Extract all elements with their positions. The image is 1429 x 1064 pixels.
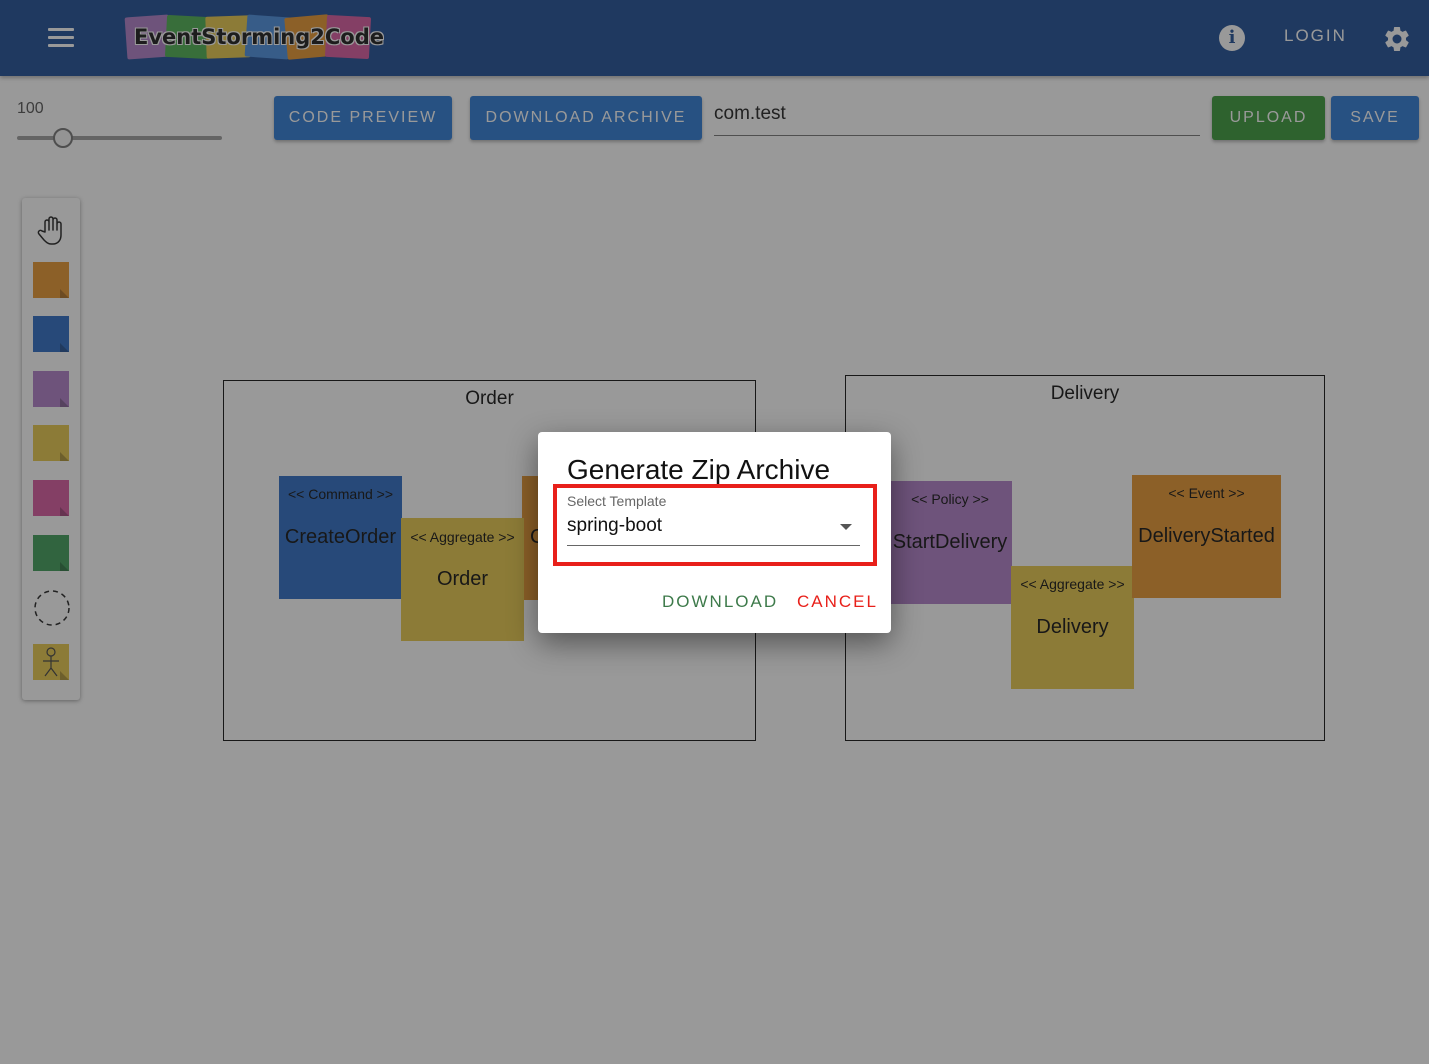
dialog-title: Generate Zip Archive <box>567 454 831 485</box>
template-select[interactable]: spring-boot <box>567 515 662 537</box>
generate-zip-dialog: Generate Zip Archive Select Template spr… <box>538 432 891 633</box>
download-button[interactable]: DOWNLOAD <box>662 592 778 612</box>
select-underline <box>567 545 860 546</box>
cancel-button[interactable]: CANCEL <box>797 592 878 612</box>
select-template-label: Select Template <box>567 493 667 509</box>
chevron-down-icon[interactable] <box>840 524 852 530</box>
